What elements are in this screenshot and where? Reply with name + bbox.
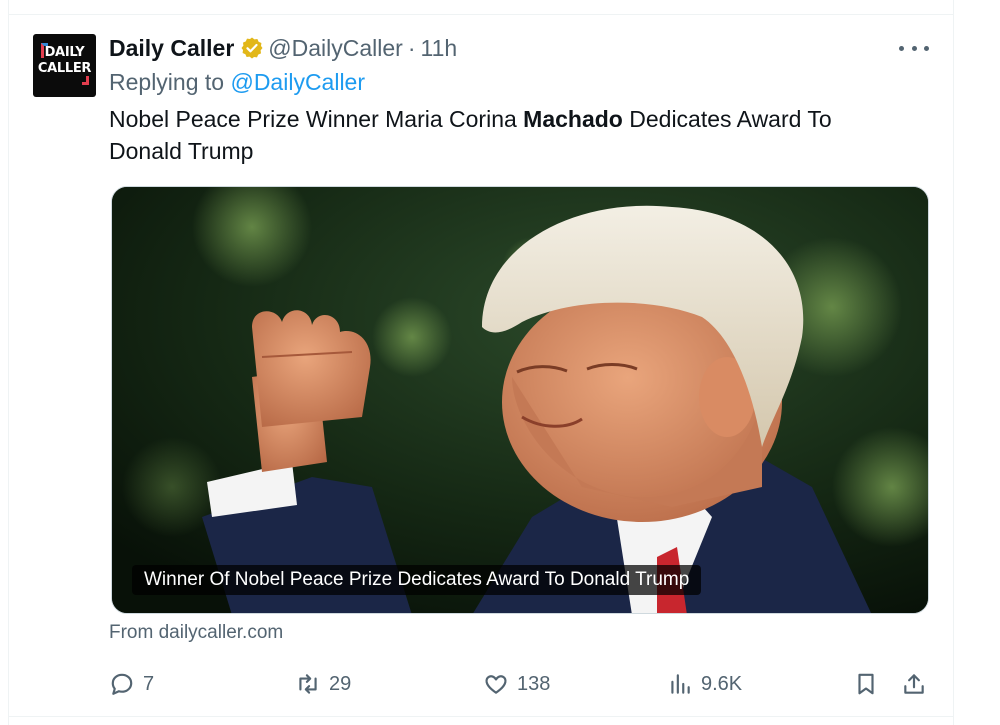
tweet-header: Daily Caller @DailyCaller · 11h (109, 33, 457, 63)
views-button[interactable]: 9.6K (667, 666, 742, 702)
reply-button[interactable]: 7 (109, 666, 154, 702)
card-source[interactable]: From dailycaller.com (109, 622, 283, 644)
separator-dot: · (407, 34, 416, 61)
like-button[interactable]: 138 (483, 666, 550, 702)
verified-badge-icon[interactable] (240, 36, 264, 60)
card-caption: Winner Of Nobel Peace Prize Dedicates Aw… (132, 565, 702, 595)
replying-handle-link[interactable]: @DailyCaller (230, 69, 365, 95)
timestamp[interactable]: 11h (421, 35, 458, 62)
repost-icon (299, 674, 317, 694)
avatar-logo-text: DAILY CALLER (37, 45, 92, 76)
display-name[interactable]: Daily Caller (109, 35, 234, 62)
more-icon[interactable] (899, 38, 929, 58)
action-bar: 7 29 138 9.6K (9, 666, 955, 702)
tweet-text-part: Nobel Peace Prize Winner Maria Corina (109, 106, 524, 132)
divider-top (9, 14, 953, 15)
divider-bottom (9, 716, 953, 717)
share-button[interactable] (901, 666, 927, 702)
share-icon (904, 674, 924, 694)
views-icon (671, 674, 690, 694)
tweet[interactable]: DAILY CALLER Daily Caller @DailyCaller ·… (8, 0, 954, 725)
bookmark-button[interactable] (853, 666, 879, 702)
tweet-text-highlight: Machado (523, 106, 623, 132)
replying-prefix: Replying to (109, 69, 225, 95)
bookmark-icon (858, 673, 874, 695)
tweet-text: Nobel Peace Prize Winner Maria Corina Ma… (109, 103, 899, 167)
reply-count: 7 (143, 672, 155, 695)
card-photo (112, 187, 928, 613)
link-card[interactable]: Winner Of Nobel Peace Prize Dedicates Aw… (111, 186, 929, 614)
replying-to: Replying to @DailyCaller (109, 69, 365, 96)
logo-corner-mark (82, 76, 89, 85)
handle[interactable]: @DailyCaller (268, 35, 403, 62)
repost-button[interactable]: 29 (295, 666, 351, 702)
like-count: 138 (517, 672, 551, 695)
repost-count: 29 (329, 672, 352, 695)
views-count: 9.6K (701, 672, 743, 695)
reply-icon (111, 673, 133, 695)
avatar[interactable]: DAILY CALLER (33, 34, 96, 97)
like-icon (485, 675, 507, 694)
